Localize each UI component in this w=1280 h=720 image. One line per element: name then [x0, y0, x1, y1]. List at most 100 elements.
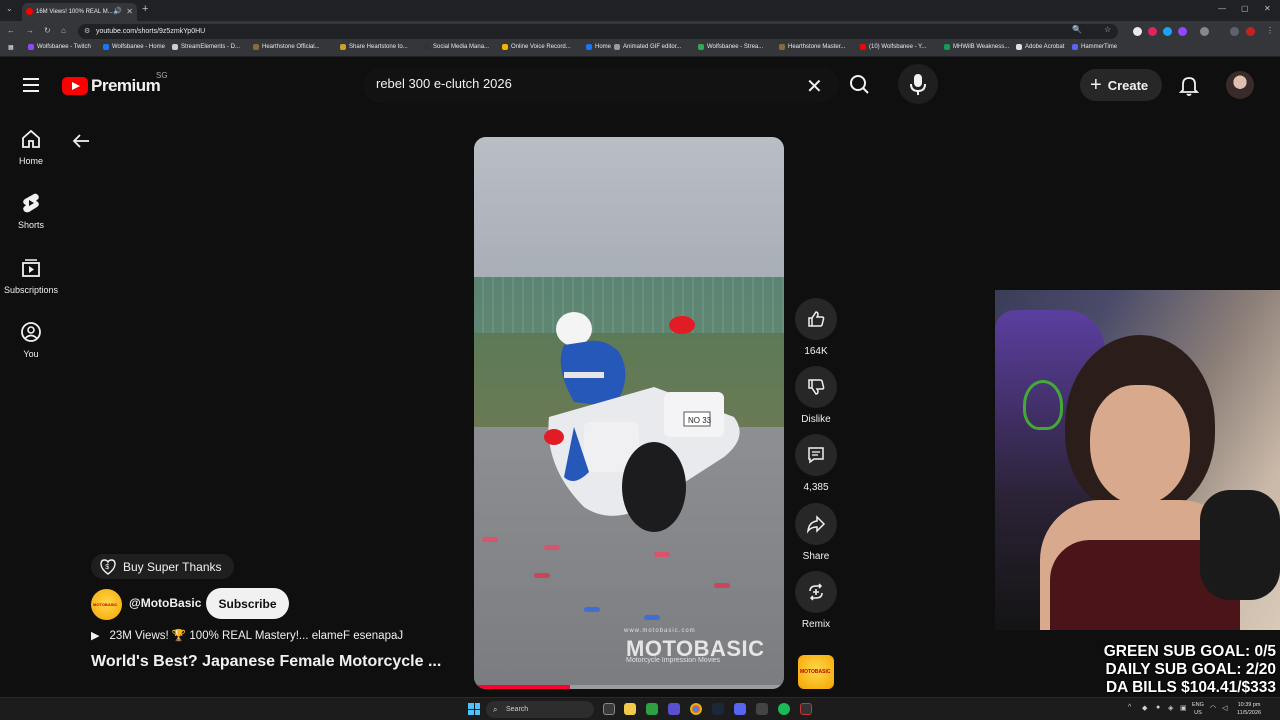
bookmark-item[interactable]: Hearthstone Official...	[253, 44, 320, 50]
extension-icon[interactable]	[1148, 27, 1157, 36]
video-description[interactable]: ▶ 23M Views! 🏆 100% REAL Mastery!‮Japane…	[91, 628, 403, 643]
subscribe-button[interactable]: Subscribe	[206, 588, 289, 619]
profile-avatar-icon[interactable]	[1246, 27, 1255, 36]
license-plate: NO 33	[688, 416, 712, 425]
search-input[interactable]	[376, 76, 796, 91]
extensions-puzzle-icon[interactable]	[1200, 27, 1209, 36]
bookmark-item[interactable]: StreamElements - D...	[172, 44, 240, 50]
forward-nav-icon[interactable]: →	[26, 26, 34, 35]
extension-icon[interactable]	[1178, 27, 1187, 36]
buy-super-thanks-button[interactable]: $ Buy Super Thanks	[91, 554, 234, 579]
language-indicator[interactable]: ENG US	[1192, 701, 1204, 717]
profile-icon[interactable]	[1230, 27, 1239, 36]
tab-search-icon[interactable]: ⌄	[6, 4, 13, 13]
tray-icon[interactable]: ◈	[1168, 704, 1173, 712]
search-button[interactable]	[840, 66, 880, 104]
bookmark-item[interactable]: Social Media Mana...	[424, 44, 489, 50]
tray-icon[interactable]: ▣	[1180, 704, 1187, 712]
task-view-icon[interactable]	[603, 703, 615, 715]
new-tab-button[interactable]: +	[142, 3, 148, 15]
back-button[interactable]	[70, 130, 92, 152]
remix-circle	[795, 571, 837, 613]
channel-handle[interactable]: @MotoBasic	[129, 596, 201, 610]
extension-icon[interactable]	[1133, 27, 1142, 36]
app-icon[interactable]	[646, 703, 658, 715]
bookmark-item[interactable]: (10) Wolfsbanee - Y...	[860, 44, 926, 50]
account-avatar[interactable]	[1226, 71, 1254, 99]
wifi-icon[interactable]: ◠	[1210, 704, 1216, 712]
tray-icon[interactable]: ●	[1156, 704, 1160, 711]
video-progress-bar[interactable]	[474, 685, 784, 689]
remix-button[interactable]: Remix	[795, 571, 837, 630]
share-button[interactable]: Share	[795, 503, 837, 562]
tray-chevron-icon[interactable]: ^	[1128, 704, 1131, 711]
bookmark-item[interactable]: Hearthstone Master...	[779, 44, 845, 50]
tab-title: 16M Views! 100% REAL M...	[36, 9, 113, 15]
browser-tab-active[interactable]: 16M Views! 100% REAL M... 🔊 ✕	[22, 3, 137, 21]
bookmark-star-icon[interactable]: ☆	[1104, 25, 1111, 34]
browser-menu-icon[interactable]: ⋮	[1266, 26, 1274, 35]
app-icon[interactable]	[756, 703, 768, 715]
chrome-icon[interactable]	[690, 703, 702, 715]
taskbar-search[interactable]: ⌕ Search	[486, 701, 594, 718]
clear-search-icon[interactable]: ✕	[806, 74, 823, 99]
bookmark-label: Animated GIF editor...	[623, 44, 682, 50]
obs-icon[interactable]	[800, 703, 812, 715]
back-nav-icon[interactable]: ←	[7, 26, 15, 35]
watermark-tagline: Motorcycle Impression Movies	[626, 657, 721, 664]
apps-grid-icon[interactable]: ▦	[8, 44, 14, 51]
address-bar[interactable]: ⚙ youtube.com/shorts/9z5zmkYp0HU	[78, 24, 1118, 39]
comments-button[interactable]: 4,385	[795, 434, 837, 493]
subscriptions-icon	[22, 259, 40, 277]
sidebar-item-subscriptions[interactable]: Subscriptions	[1, 257, 61, 295]
bookmark-item[interactable]: Wolfsbanee - Strea...	[698, 44, 763, 50]
bookmark-item[interactable]: Online Voice Record...	[502, 44, 571, 50]
shorts-video-player[interactable]: NO 33 www.motobasic.com MOTOBASIC Motorc…	[474, 137, 784, 689]
sidebar-item-you[interactable]: You	[1, 321, 61, 359]
bookmark-item[interactable]: Home	[586, 44, 611, 50]
tray-icon[interactable]: ◆	[1142, 704, 1147, 712]
dislike-button[interactable]: Dislike	[795, 366, 837, 425]
guide-menu-button[interactable]	[20, 74, 42, 96]
maximize-icon[interactable]: ▢	[1241, 4, 1249, 13]
bookmark-item[interactable]: Wolfsbanee - Home	[103, 44, 165, 50]
notifications-button[interactable]	[1176, 72, 1202, 98]
reload-icon[interactable]: ↻	[44, 26, 51, 35]
audio-playing-icon[interactable]: 🔊	[113, 7, 122, 15]
discord-icon[interactable]	[734, 703, 746, 715]
thumbs-down-icon	[808, 379, 825, 395]
channel-thumbnail[interactable]: MOTOBASIC	[798, 655, 834, 689]
bookmark-label: Adobe Acrobat	[1025, 44, 1065, 50]
voice-search-button[interactable]	[898, 64, 938, 104]
video-title[interactable]: World's Best? Japanese Female Motorcycle…	[91, 653, 441, 671]
bookmark-item[interactable]: Adobe Acrobat	[1016, 44, 1064, 50]
file-explorer-icon[interactable]	[624, 703, 636, 715]
extension-icon[interactable]	[1163, 27, 1172, 36]
sidebar-item-shorts[interactable]: Shorts	[1, 192, 61, 230]
taskbar-clock[interactable]: 10:39 pm 11/5/2026	[1237, 701, 1261, 717]
window-close-icon[interactable]: ✕	[1264, 4, 1271, 13]
taskbar-search-label: Search	[506, 706, 529, 713]
bookmark-item[interactable]: Wolfsbanee - Twitch	[28, 44, 91, 50]
bookmark-item[interactable]: Animated GIF editor...	[614, 44, 681, 50]
app-icon[interactable]	[668, 703, 680, 715]
address-bar-url: youtube.com/shorts/9z5zmkYp0HU	[96, 28, 206, 35]
volume-icon[interactable]: ◁	[1222, 704, 1227, 712]
sidebar-item-label: Home	[18, 156, 43, 166]
spotify-icon[interactable]	[778, 703, 790, 715]
tab-close-icon[interactable]: ✕	[126, 7, 133, 16]
create-button[interactable]: + Create	[1080, 69, 1162, 101]
bookmark-item[interactable]: Share Heartstone to...	[340, 44, 408, 50]
bookmark-item[interactable]: HammerTime	[1072, 44, 1117, 50]
sidebar-item-home[interactable]: Home	[1, 128, 61, 166]
bookmark-item[interactable]: MHWilB Weakness...	[944, 44, 1009, 50]
channel-avatar[interactable]: MOTOBASIC	[91, 589, 122, 620]
zoom-icon[interactable]: 🔍	[1072, 25, 1082, 34]
minimize-icon[interactable]: —	[1218, 4, 1226, 13]
youtube-premium-logo[interactable]: Premium SG	[62, 71, 168, 98]
windows-start-icon[interactable]	[468, 703, 480, 715]
home-nav-icon[interactable]: ⌂	[61, 26, 66, 35]
site-info-icon[interactable]: ⚙	[84, 24, 90, 39]
like-button[interactable]: 164K	[795, 298, 837, 357]
steam-icon[interactable]	[712, 703, 724, 715]
